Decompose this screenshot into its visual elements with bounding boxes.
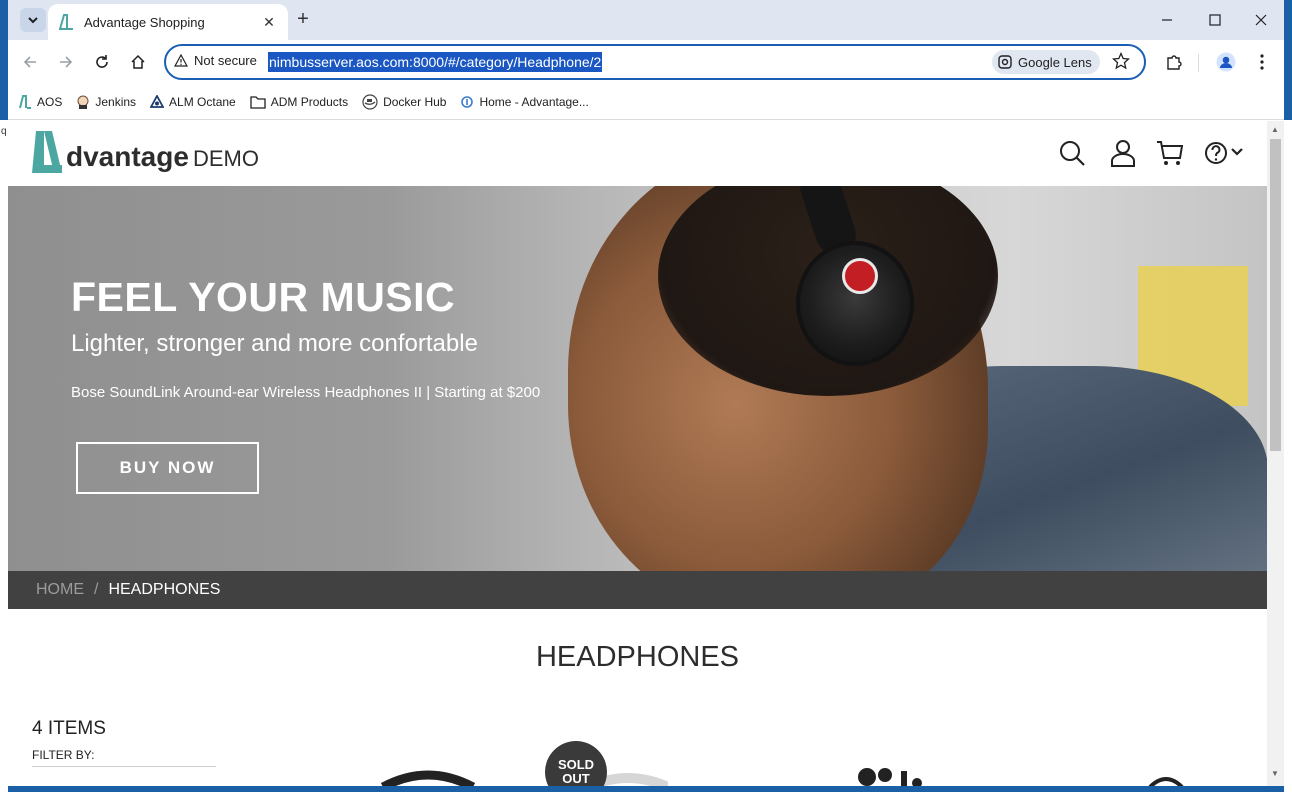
minimize-button[interactable]	[1144, 0, 1190, 40]
hero-subtitle: Lighter, stronger and more confortable	[71, 330, 478, 357]
reload-button[interactable]	[88, 48, 116, 76]
extensions-button[interactable]	[1160, 48, 1188, 76]
category-title: HEADPHONES	[535, 641, 740, 673]
aos-logo-icon	[19, 94, 31, 109]
site-header: dvantage DEMO	[8, 121, 1267, 186]
bookmark-label: AOS	[37, 94, 63, 109]
sold-out-line-1: SOLD	[557, 757, 595, 772]
scroll-down-icon[interactable]: ▼	[1271, 769, 1279, 778]
filter-by-label: FILTER BY:	[32, 748, 216, 767]
minimize-icon	[1162, 19, 1172, 21]
chevron-down-icon	[28, 17, 38, 24]
desktop-left-strip: q	[0, 120, 8, 792]
close-window-button[interactable]	[1238, 0, 1284, 40]
headphone-logo-graphic	[842, 258, 878, 294]
bookmark-alm-octane[interactable]: ALM Octane	[150, 94, 236, 109]
product-image-earbuds[interactable]	[853, 761, 933, 786]
chevron-down-icon[interactable]	[1230, 147, 1244, 157]
buy-now-button[interactable]: BUY NOW	[76, 442, 259, 494]
bookmark-label: ALM Octane	[169, 94, 236, 109]
breadcrumb-home-link[interactable]: HOME	[36, 581, 84, 599]
menu-button[interactable]	[1248, 48, 1276, 76]
logo-text: dvantage	[66, 141, 189, 172]
breadcrumb-separator: /	[94, 581, 99, 598]
hero-title: FEEL YOUR MUSIC	[71, 274, 456, 320]
bookmark-aos[interactable]: AOS	[18, 94, 63, 109]
bookmark-label: ADM Products	[270, 94, 349, 109]
product-image-headphone-1[interactable]	[378, 767, 478, 786]
bookmarks-bar: AOS Jenkins ALM Octane ADM Products Dock…	[8, 84, 1284, 120]
close-tab-icon[interactable]: ✕	[260, 14, 278, 31]
hero-caption: Bose SoundLink Around-ear Wireless Headp…	[71, 384, 541, 401]
octane-icon	[150, 94, 165, 108]
url-text[interactable]: nimbusserver.aos.com:8000/#/category/Hea…	[268, 52, 603, 72]
advantage-logo[interactable]: dvantage DEMO	[30, 129, 259, 175]
jenkins-icon	[77, 95, 89, 109]
tab-title: Advantage Shopping	[84, 14, 205, 30]
scroll-up-icon[interactable]: ▲	[1271, 125, 1279, 134]
bookmark-label: Home - Advantage...	[479, 94, 589, 109]
home-button[interactable]	[124, 48, 152, 76]
more-vertical-icon	[1260, 54, 1264, 70]
search-icon[interactable]	[1058, 139, 1086, 167]
warning-icon	[174, 53, 188, 67]
bookmark-home-advantage[interactable]: Home - Advantage...	[460, 94, 589, 109]
lens-icon	[998, 55, 1012, 69]
google-lens-button[interactable]: Google Lens	[992, 50, 1100, 74]
logo-a-mark-icon	[32, 131, 62, 173]
breadcrumb: HOME / HEADPHONES	[8, 571, 1267, 609]
bookmark-jenkins[interactable]: Jenkins	[76, 95, 136, 109]
advantage-favicon-icon	[58, 14, 73, 30]
bookmark-label: Docker Hub	[383, 94, 447, 109]
close-icon	[1255, 14, 1267, 26]
sold-out-line-2: OUT	[562, 771, 590, 786]
maximize-button[interactable]	[1192, 0, 1238, 40]
site-security-chip[interactable]: Not secure	[174, 53, 257, 68]
desktop-right-strip	[1284, 120, 1292, 792]
cart-icon[interactable]	[1156, 139, 1184, 167]
bookmark-star-icon[interactable]	[1112, 52, 1130, 70]
not-secure-label: Not secure	[194, 53, 257, 68]
avatar-icon	[1216, 52, 1236, 72]
product-image-headphone-4[interactable]	[1146, 771, 1186, 786]
user-icon[interactable]	[1110, 139, 1136, 167]
bookmark-adm-products[interactable]: ADM Products	[250, 95, 348, 109]
help-icon[interactable]	[1204, 139, 1228, 167]
tab-advantage-shopping[interactable]: Advantage Shopping ✕	[48, 4, 288, 40]
bookmark-docker-hub[interactable]: Docker Hub	[362, 93, 447, 110]
lens-label: Google Lens	[1018, 54, 1092, 70]
advantage-icon	[461, 95, 474, 108]
folder-icon	[250, 95, 266, 109]
web-page: dvantage DEMO FEEL YOUR MUSIC Lighter, s…	[8, 121, 1267, 786]
browser-window: Advantage Shopping ✕ + Not secure nimbus…	[8, 0, 1284, 786]
home-icon	[131, 54, 145, 69]
tab-search-button[interactable]	[20, 8, 46, 32]
logo-demo-text: DEMO	[192, 146, 259, 171]
forward-button[interactable]	[52, 48, 80, 76]
profile-button[interactable]	[1212, 48, 1240, 76]
docker-icon	[362, 93, 378, 110]
arrow-left-icon	[23, 56, 36, 68]
breadcrumb-current: HEADPHONES	[108, 581, 221, 598]
puzzle-icon	[1167, 55, 1182, 70]
maximize-icon	[1209, 14, 1221, 26]
back-button[interactable]	[16, 48, 44, 76]
hero-banner: FEEL YOUR MUSIC Lighter, stronger and mo…	[8, 186, 1267, 571]
tab-strip: Advantage Shopping ✕ +	[8, 0, 1284, 40]
page-scrollbar[interactable]: ▲ ▼	[1267, 121, 1284, 786]
items-count: 4 ITEMS	[32, 718, 106, 739]
desktop-text-fragment: q	[1, 126, 7, 137]
sold-out-badge: SOLD OUT	[545, 741, 607, 786]
new-tab-button[interactable]: +	[290, 8, 316, 32]
bookmark-label: Jenkins	[95, 94, 137, 109]
arrow-right-icon	[60, 56, 73, 68]
toolbar-divider	[1198, 54, 1199, 72]
reload-icon	[96, 55, 108, 68]
address-bar[interactable]: Not secure nimbusserver.aos.com:8000/#/c…	[164, 44, 1146, 80]
browser-toolbar: Not secure nimbusserver.aos.com:8000/#/c…	[8, 40, 1284, 84]
scrollbar-thumb[interactable]	[1270, 139, 1281, 451]
